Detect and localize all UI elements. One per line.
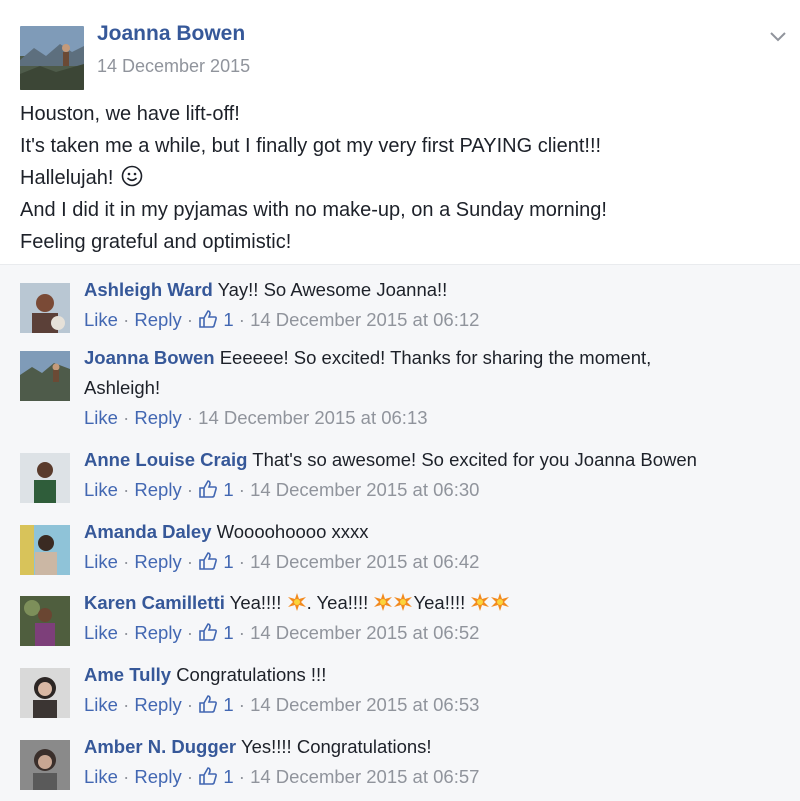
- comment-text: Amber N. Dugger Yes!!!! Congratulations!: [84, 732, 784, 762]
- burst-emoji-icon: [394, 593, 413, 611]
- like-count-value: 1: [223, 309, 234, 330]
- post-date[interactable]: 14 December 2015: [97, 56, 250, 77]
- like-count[interactable]: 1: [198, 551, 234, 572]
- reply-button[interactable]: Reply: [134, 694, 181, 715]
- comment-body-continued: Ashleigh!: [84, 377, 161, 398]
- comment-time[interactable]: 14 December 2015 at 06:12: [250, 309, 479, 330]
- reply-button[interactable]: Reply: [134, 622, 181, 643]
- like-button[interactable]: Like: [84, 766, 118, 787]
- reply-button[interactable]: Reply: [134, 309, 181, 330]
- commenter-avatar[interactable]: [20, 596, 70, 646]
- burst-emoji-icon: [471, 593, 490, 611]
- reply-button[interactable]: Reply: [134, 766, 181, 787]
- comment-text: Ashleigh Ward Yay!! So Awesome Joanna!!: [84, 275, 784, 305]
- comment-body: That's so awesome! So excited for you Jo…: [252, 449, 697, 470]
- like-count-value: 1: [223, 694, 234, 715]
- like-count-value: 1: [223, 766, 234, 787]
- comment-actions: Like · Reply · 1 · 14 December 2015 at 0…: [84, 551, 480, 572]
- comment-text: Amanda Daley Woooohoooo xxxx: [84, 517, 784, 547]
- comment-actions: Like · Reply · 1 · 14 December 2015 at 0…: [84, 694, 480, 715]
- like-button[interactable]: Like: [84, 479, 118, 500]
- commenter-name[interactable]: Ame Tully: [84, 664, 171, 685]
- thumbs-up-icon: [199, 310, 218, 328]
- like-count-value: 1: [223, 551, 234, 572]
- post-line: Hallelujah!: [20, 162, 780, 194]
- comment-time[interactable]: 14 December 2015 at 06:57: [250, 766, 479, 787]
- comment-time[interactable]: 14 December 2015 at 06:42: [250, 551, 479, 572]
- thumbs-up-icon: [199, 552, 218, 570]
- comment-body-part: Yea!!!!: [229, 592, 282, 613]
- post-line-text: Hallelujah!: [20, 167, 114, 189]
- like-count[interactable]: 1: [198, 479, 234, 500]
- comment-body: Eeeeee! So excited! Thanks for sharing t…: [219, 347, 652, 368]
- comment-actions: Like · Reply · 14 December 2015 at 06:13: [84, 407, 428, 428]
- comment-time[interactable]: 14 December 2015 at 06:30: [250, 479, 479, 500]
- smiley-icon: [121, 165, 143, 187]
- comment-text: Karen Camilletti Yea!!!! . Yea!!!! Yea!!…: [84, 588, 784, 618]
- like-count-value: 1: [223, 479, 234, 500]
- comment-body: Yes!!!! Congratulations!: [240, 736, 432, 757]
- commenter-name[interactable]: Anne Louise Craig: [84, 449, 247, 470]
- like-count[interactable]: 1: [198, 766, 234, 787]
- comment-text: Ame Tully Congratulations !!!: [84, 660, 784, 690]
- post-body: Houston, we have lift-off! It's taken me…: [20, 98, 780, 258]
- comment-time[interactable]: 14 December 2015 at 06:53: [250, 694, 479, 715]
- comment-body-part: Yea!!!!: [413, 592, 466, 613]
- reply-button[interactable]: Reply: [134, 479, 181, 500]
- commenter-avatar[interactable]: [20, 453, 70, 503]
- comment-actions: Like · Reply · 1 · 14 December 2015 at 0…: [84, 622, 480, 643]
- comment-actions: Like · Reply · 1 · 14 December 2015 at 0…: [84, 479, 480, 500]
- thumbs-up-icon: [199, 695, 218, 713]
- post-author-avatar[interactable]: [20, 26, 84, 90]
- commenter-avatar[interactable]: [20, 525, 70, 575]
- comment-text: Anne Louise Craig That's so awesome! So …: [84, 445, 784, 475]
- comment-time[interactable]: 14 December 2015 at 06:13: [198, 407, 427, 428]
- post-line: It's taken me a while, but I finally got…: [20, 135, 602, 157]
- post-line: And I did it in my pyjamas with no make-…: [20, 199, 607, 221]
- comment-actions: Like · Reply · 1 · 14 December 2015 at 0…: [84, 766, 480, 787]
- comment-body: Woooohoooo xxxx: [216, 521, 369, 542]
- like-button[interactable]: Like: [84, 407, 118, 428]
- comments-section: Ashleigh Ward Yay!! So Awesome Joanna!! …: [0, 264, 800, 801]
- comment-body: Yay!! So Awesome Joanna!!: [217, 279, 448, 300]
- chevron-down-icon[interactable]: [768, 26, 788, 46]
- like-count[interactable]: 1: [198, 622, 234, 643]
- like-count[interactable]: 1: [198, 694, 234, 715]
- like-button[interactable]: Like: [84, 694, 118, 715]
- post-line: Houston, we have lift-off!: [20, 103, 240, 125]
- commenter-name[interactable]: Ashleigh Ward: [84, 279, 213, 300]
- thumbs-up-icon: [199, 623, 218, 641]
- burst-emoji-icon: [491, 593, 510, 611]
- thumbs-up-icon: [199, 480, 218, 498]
- comment-text: Joanna Bowen Eeeeee! So excited! Thanks …: [84, 343, 784, 403]
- commenter-name[interactable]: Amanda Daley: [84, 521, 212, 542]
- like-count[interactable]: 1: [198, 309, 234, 330]
- commenter-avatar[interactable]: [20, 668, 70, 718]
- thumbs-up-icon: [199, 767, 218, 785]
- burst-emoji-icon: [287, 593, 306, 611]
- like-button[interactable]: Like: [84, 309, 118, 330]
- post-line: Feeling grateful and optimistic!: [20, 231, 292, 253]
- commenter-name[interactable]: Joanna Bowen: [84, 347, 215, 368]
- commenter-avatar[interactable]: [20, 740, 70, 790]
- comment-time[interactable]: 14 December 2015 at 06:52: [250, 622, 479, 643]
- commenter-name[interactable]: Karen Camilletti: [84, 592, 225, 613]
- like-button[interactable]: Like: [84, 622, 118, 643]
- comment-actions: Like · Reply · 1 · 14 December 2015 at 0…: [84, 309, 480, 330]
- like-button[interactable]: Like: [84, 551, 118, 572]
- post-author-name[interactable]: Joanna Bowen: [97, 22, 245, 46]
- commenter-name[interactable]: Amber N. Dugger: [84, 736, 236, 757]
- comment-body-part: . Yea!!!!: [306, 592, 369, 613]
- commenter-avatar[interactable]: [20, 351, 70, 401]
- comment-body: Congratulations !!!: [176, 664, 327, 685]
- post-header: Joanna Bowen 14 December 2015: [20, 18, 780, 90]
- commenter-avatar[interactable]: [20, 283, 70, 333]
- like-count-value: 1: [223, 622, 234, 643]
- reply-button[interactable]: Reply: [134, 407, 181, 428]
- reply-button[interactable]: Reply: [134, 551, 181, 572]
- burst-emoji-icon: [374, 593, 393, 611]
